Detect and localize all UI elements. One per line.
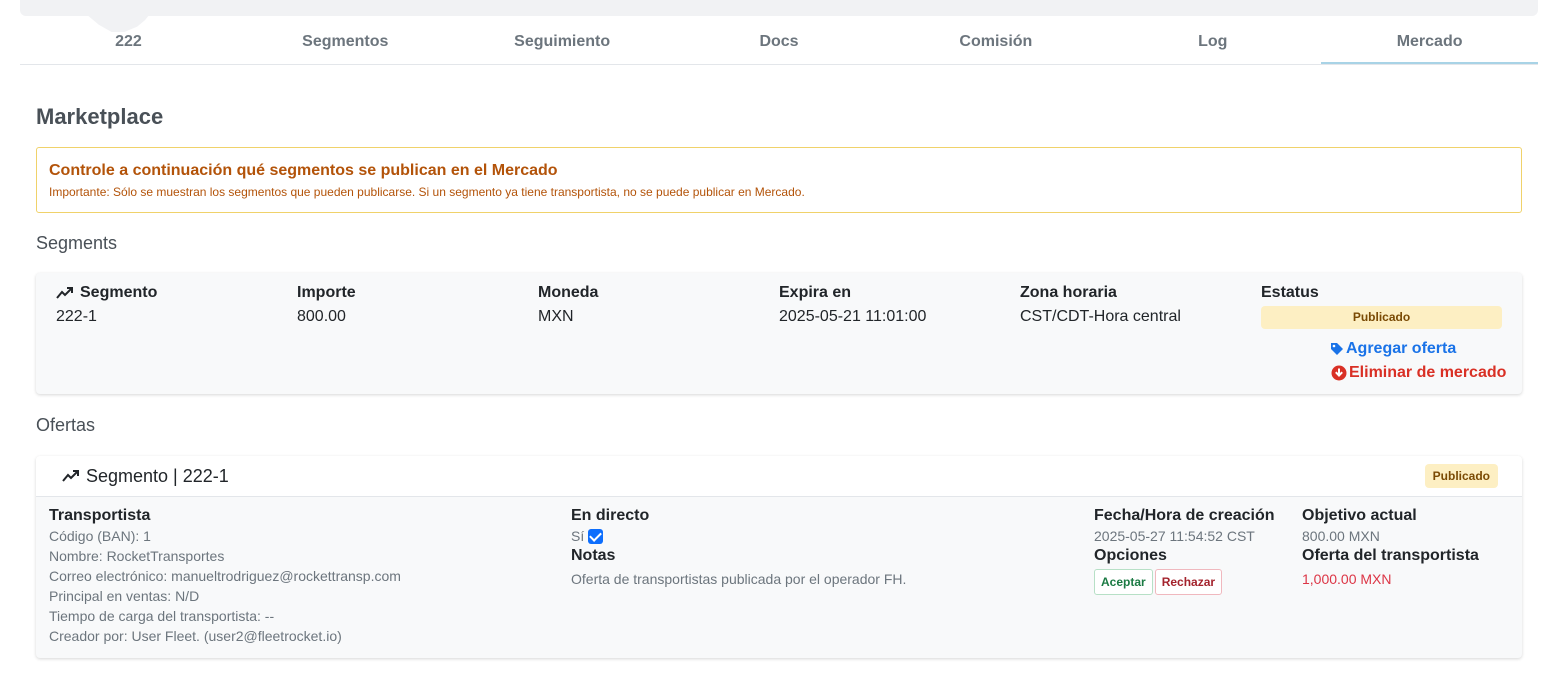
tab-comision[interactable]: Comisión bbox=[887, 22, 1104, 64]
carrier-code: Código (BAN): 1 bbox=[49, 528, 151, 544]
notes-heading: Notas bbox=[571, 547, 616, 564]
remove-from-market-label: Eliminar de mercado bbox=[1349, 364, 1507, 381]
target-value: 800.00 MXN bbox=[1302, 528, 1380, 544]
carrier-heading: Transportista bbox=[49, 507, 151, 524]
target-heading: Objetivo actual bbox=[1302, 507, 1417, 524]
status-column: Estatus Publicado bbox=[1261, 283, 1502, 329]
carrier-offer-heading: Oferta del transportista bbox=[1302, 547, 1479, 564]
accept-button[interactable]: Aceptar bbox=[1094, 569, 1153, 595]
options-heading: Opciones bbox=[1094, 547, 1167, 564]
offer-card: Segmento | 222-1 Publicado Transportista… bbox=[36, 456, 1522, 658]
amount-header: Importe bbox=[297, 284, 356, 301]
currency-header: Moneda bbox=[538, 284, 599, 301]
status-header: Estatus bbox=[1261, 284, 1319, 301]
page-title: Marketplace bbox=[36, 104, 164, 129]
timezone-column: Zona horaria CST/CDT-Hora central bbox=[1020, 283, 1181, 326]
target-offer-info: Objetivo actual 800.00 MXN Oferta del tr… bbox=[1302, 506, 1479, 589]
created-options-info: Fecha/Hora de creación 2025-05-27 11:54:… bbox=[1094, 506, 1275, 595]
expires-column: Expira en 2025-05-21 11:01:00 bbox=[779, 283, 926, 326]
arrow-circle-down-icon bbox=[1331, 365, 1347, 381]
carrier-offer-value: 1,000.00 MXN bbox=[1302, 571, 1392, 587]
live-checkbox[interactable] bbox=[588, 529, 604, 544]
tab-seguimiento[interactable]: Seguimiento bbox=[454, 22, 671, 64]
offers-section-label: Ofertas bbox=[36, 415, 96, 435]
top-header-bar bbox=[20, 0, 1538, 16]
tag-icon bbox=[1330, 342, 1344, 356]
reject-button[interactable]: Rechazar bbox=[1154, 569, 1223, 595]
trending-up-icon bbox=[56, 286, 74, 300]
currency-column: Moneda MXN bbox=[538, 283, 598, 326]
carrier-sales-lead: Principal en ventas: N/D bbox=[49, 588, 200, 604]
tab-222[interactable]: 222 bbox=[20, 22, 237, 64]
notes-text: Oferta de transportistas publicada por e… bbox=[571, 571, 907, 587]
timezone-header: Zona horaria bbox=[1020, 284, 1117, 301]
offer-card-header: Segmento | 222-1 Publicado bbox=[36, 456, 1522, 497]
live-heading: En directo bbox=[571, 507, 650, 524]
carrier-email: Correo electrónico: manueltrodriguez@roc… bbox=[49, 568, 401, 584]
tab-bar: 222 Segmentos Seguimiento Docs Comisión … bbox=[20, 22, 1539, 65]
status-badge: Publicado bbox=[1261, 306, 1502, 329]
carrier-name: Nombre: RocketTransportes bbox=[49, 548, 225, 564]
carrier-load-time: Tiempo de carga del transportista: -- bbox=[49, 608, 275, 624]
info-alert: Controle a continuación qué segmentos se… bbox=[36, 147, 1522, 213]
segment-column: Segmento 222-1 bbox=[56, 283, 157, 326]
amount-column: Importe 800.00 bbox=[297, 283, 356, 326]
trending-up-icon bbox=[62, 469, 80, 483]
offer-segment-title: Segmento | 222-1 bbox=[86, 465, 229, 486]
segment-value: 222-1 bbox=[56, 308, 97, 325]
live-value: Sí bbox=[571, 528, 585, 544]
created-heading: Fecha/Hora de creación bbox=[1094, 507, 1275, 524]
add-offer-label: Agregar oferta bbox=[1346, 340, 1457, 357]
amount-value: 800.00 bbox=[297, 308, 346, 325]
tab-log[interactable]: Log bbox=[1104, 22, 1321, 64]
expires-header: Expira en bbox=[779, 284, 852, 301]
carrier-info: Transportista Código (BAN): 1 Nombre: Ro… bbox=[49, 506, 401, 646]
segment-card: Segmento 222-1 Importe 800.00 Moneda MXN… bbox=[36, 273, 1522, 394]
tab-docs[interactable]: Docs bbox=[671, 22, 888, 64]
created-value: 2025-05-27 11:54:52 CST bbox=[1094, 528, 1255, 544]
carrier-created-by: Creador por: User Fleet. (user2@fleetroc… bbox=[49, 628, 342, 644]
currency-value: MXN bbox=[538, 308, 574, 325]
tab-segmentos[interactable]: Segmentos bbox=[237, 22, 454, 64]
add-offer-link[interactable]: Agregar oferta bbox=[1330, 340, 1456, 358]
offer-status-badge: Publicado bbox=[1424, 464, 1498, 488]
alert-title: Controle a continuación qué segmentos se… bbox=[49, 162, 558, 179]
expires-value: 2025-05-21 11:01:00 bbox=[779, 308, 927, 325]
alert-text: Importante: Sólo se muestran los segment… bbox=[49, 185, 805, 199]
tab-mercado[interactable]: Mercado bbox=[1321, 22, 1539, 64]
remove-from-market-link[interactable]: Eliminar de mercado bbox=[1331, 364, 1506, 382]
timezone-value: CST/CDT-Hora central bbox=[1020, 308, 1181, 325]
segment-header: Segmento bbox=[80, 284, 158, 301]
segments-section-label: Segments bbox=[36, 233, 118, 253]
live-notes-info: En directo Sí Notas Oferta de transporti… bbox=[571, 506, 906, 589]
